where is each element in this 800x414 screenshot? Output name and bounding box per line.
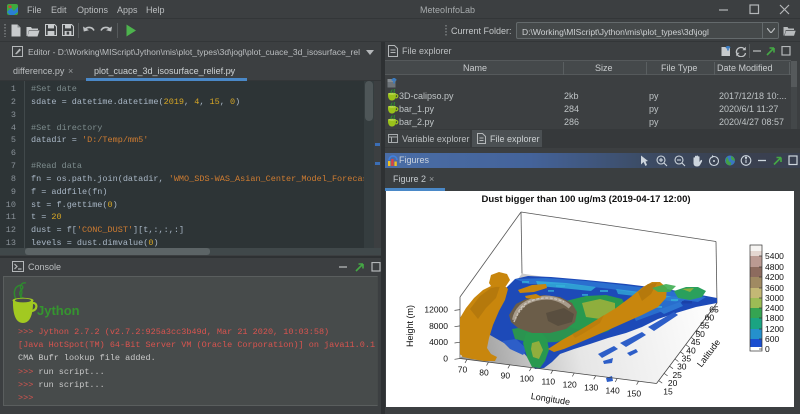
svg-text:4000: 4000	[429, 337, 448, 347]
svg-text:Dust bigger than 100 ug/m3 (20: Dust bigger than 100 ug/m3 (2019-04-17 1…	[481, 194, 690, 205]
svg-text:12000: 12000	[424, 305, 448, 315]
svg-text:65: 65	[709, 304, 719, 314]
svg-text:70: 70	[458, 365, 468, 375]
svg-text:100: 100	[520, 374, 534, 384]
svg-text:0: 0	[443, 354, 448, 364]
svg-text:110: 110	[542, 377, 556, 387]
svg-text:120: 120	[563, 380, 577, 390]
svg-text:Height (m): Height (m)	[405, 305, 415, 347]
svg-text:80: 80	[479, 368, 489, 378]
svg-text:600: 600	[765, 334, 779, 344]
svg-text:1200: 1200	[765, 324, 784, 334]
svg-text:3000: 3000	[765, 293, 784, 303]
svg-text:2400: 2400	[765, 303, 784, 313]
svg-text:3600: 3600	[765, 283, 784, 293]
svg-text:5400: 5400	[765, 251, 784, 261]
svg-text:150: 150	[627, 389, 641, 399]
svg-text:1800: 1800	[765, 313, 784, 323]
svg-text:130: 130	[584, 383, 598, 393]
svg-text:0: 0	[765, 344, 770, 354]
svg-text:140: 140	[606, 386, 620, 396]
svg-text:8000: 8000	[429, 321, 448, 331]
svg-text:90: 90	[501, 371, 511, 381]
svg-text:4200: 4200	[765, 272, 784, 282]
svg-text:Jython: Jython	[37, 303, 80, 318]
svg-text:4800: 4800	[765, 262, 784, 272]
